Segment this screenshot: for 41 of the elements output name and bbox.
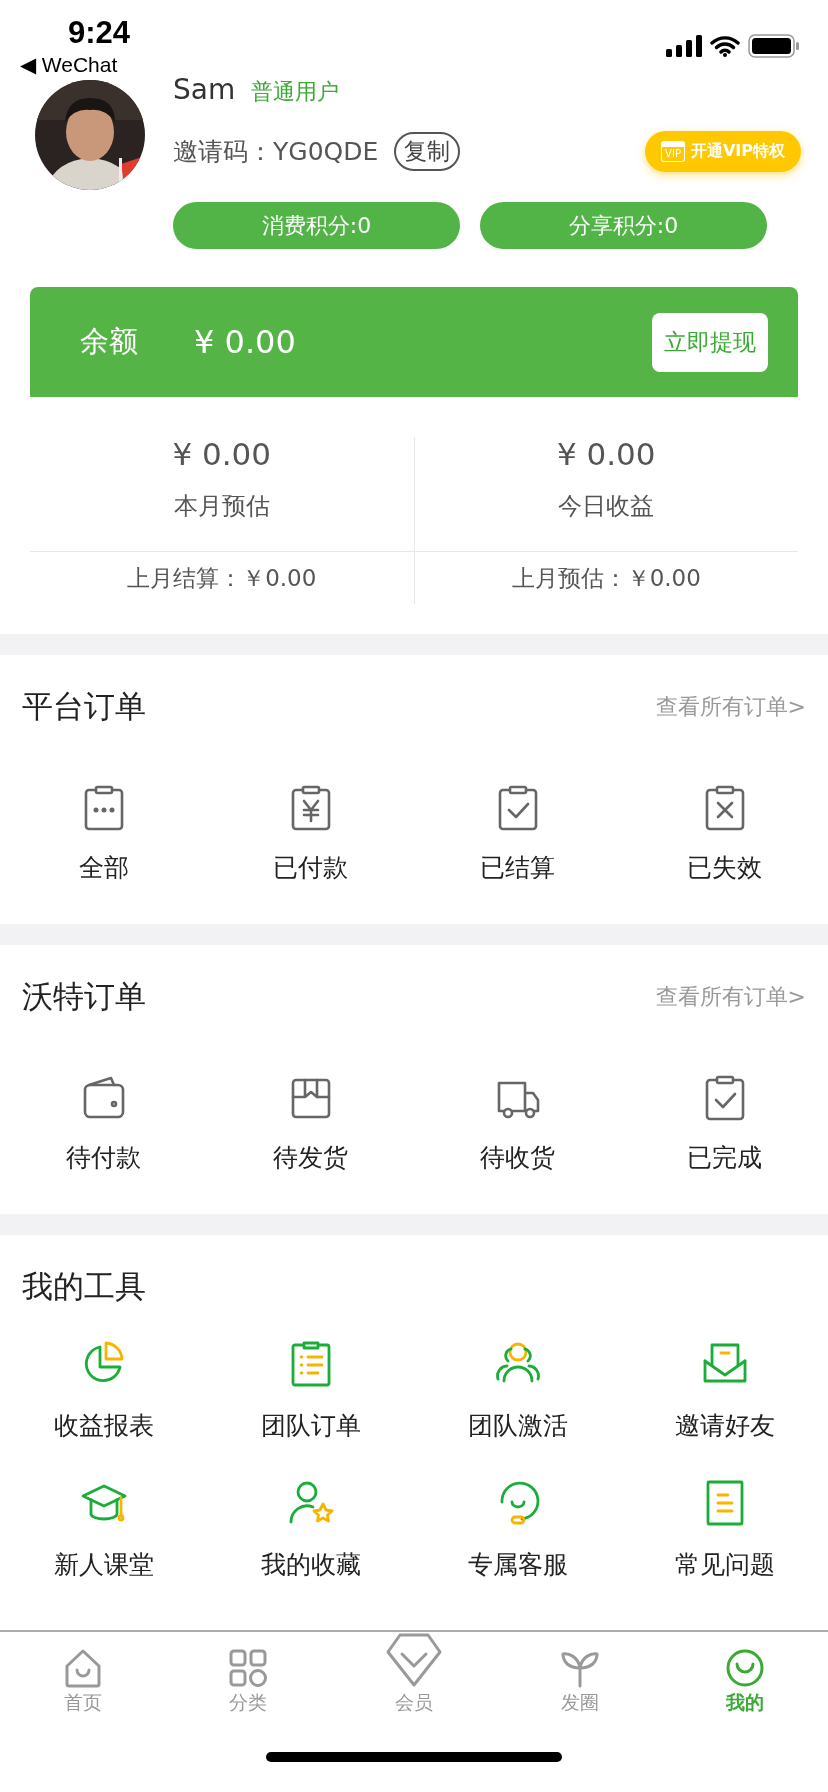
tool-item[interactable]: 常见问题 — [621, 1478, 828, 1581]
order-status-item[interactable]: 已付款 — [207, 785, 414, 884]
invite-code: 邀请码：YG0QDE — [173, 135, 379, 168]
back-to-app-link[interactable]: ◀ WeChat — [20, 52, 118, 78]
battery-icon — [748, 34, 800, 58]
tool-item[interactable]: 收益报表 — [0, 1339, 207, 1442]
order-status-item[interactable]: 待发货 — [207, 1075, 414, 1174]
status-time: 9:24 — [68, 14, 131, 52]
section-title: 平台订单 — [22, 687, 146, 726]
tool-item[interactable]: 团队订单 — [207, 1339, 414, 1442]
order-status-item[interactable]: 待付款 — [0, 1075, 207, 1174]
user-level: 普通用户 — [251, 78, 340, 106]
balance-label: 余额 — [80, 323, 138, 360]
signal-icon — [666, 35, 702, 57]
order-status-item[interactable]: 全部 — [0, 785, 207, 884]
diamond-icon — [384, 1632, 444, 1688]
tool-item[interactable]: 我的收藏 — [207, 1478, 414, 1581]
stat-value: ¥ 0.00 — [556, 436, 656, 472]
order-status-item[interactable]: 已结算 — [414, 785, 621, 884]
stat-label: 今日收益 — [558, 491, 655, 522]
order-status-item[interactable]: 已失效 — [621, 785, 828, 884]
section-title: 我的工具 — [22, 1267, 146, 1306]
grid-icon — [228, 1648, 269, 1688]
user-name: Sam — [173, 76, 236, 104]
settlement-text: 上月结算：￥0.00 — [127, 563, 317, 593]
smile-icon — [725, 1648, 766, 1688]
settlement-text: 上月预估：￥0.00 — [511, 563, 701, 593]
tool-item[interactable]: 专属客服 — [414, 1478, 621, 1581]
wifi-icon — [710, 35, 740, 57]
copy-button[interactable]: 复制 — [394, 131, 461, 171]
order-status-item[interactable]: 待收货 — [414, 1075, 621, 1174]
wallet-icon — [81, 1075, 126, 1121]
tool-item[interactable]: 团队激活 — [414, 1339, 621, 1442]
tool-item[interactable]: 邀请好友 — [621, 1339, 828, 1442]
stat-value: ¥ 0.00 — [172, 436, 272, 472]
tool-item[interactable]: 新人课堂 — [0, 1478, 207, 1581]
section-title: 沃特订单 — [22, 977, 146, 1016]
vip-card-icon: VIP — [661, 140, 685, 162]
stat-label: 本月预估 — [173, 491, 270, 522]
order-status-item[interactable]: 已完成 — [621, 1075, 828, 1174]
balance-amount: ¥ 0.00 — [194, 323, 296, 361]
